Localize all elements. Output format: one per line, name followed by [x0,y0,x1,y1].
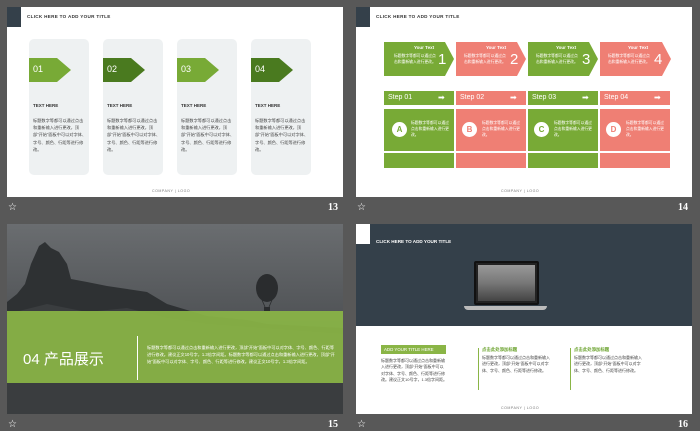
section-title: 04 产品展示 [23,351,104,368]
footer-company: COMPANY | LOGO [501,189,540,193]
slide-number: 13 [328,202,338,213]
slide-13[interactable]: CLICK HERE TO ADD YOUR TITLE 01 TEXT HER… [7,7,343,197]
title-tab [356,224,370,244]
left-body: 标题数字等都可以通过点击和重新输入进行更改，顶部“开始”面板中可以对字体、字号、… [381,358,448,383]
card-number: 03 [181,64,192,74]
step-circle: B [462,122,477,137]
arrow-right-icon: ➡ [438,93,445,102]
slide-title: CLICK HERE TO ADD YOUR TITLE [27,14,111,19]
slide-number: 15 [328,419,338,430]
laptop-photo [478,265,535,301]
card-heading: TEXT HERE [181,103,207,108]
ribbon-tip [662,42,671,76]
step-text: 标题数字等都可以通过点击和重新输入进行更改。 [554,121,592,137]
card-heading: TEXT HERE [33,103,59,108]
card-4: 04 TEXT HERE 标题数字等都可以通过点击和重新输入进行更改，顶部“开始… [251,39,311,175]
divider [570,348,571,390]
card-1: 01 TEXT HERE 标题数字等都可以通过点击和重新输入进行更改，顶部“开始… [29,39,89,175]
card-number: 01 [33,64,44,74]
ribbon-title: Your Text [414,45,435,50]
ribbon-text: 标题数字等都可以通过点击和重新输入进行更改。 [608,54,650,64]
footer-company: COMPANY | LOGO [152,189,191,193]
footer-company: COMPANY | LOGO [501,406,540,410]
column-body: 标题数字等都可以通过点击和重新输入进行更改，顶部“开始”面板中可以对字体、字号、… [482,355,550,373]
column-body: 标题数字等都可以通过点击和重新输入进行更改，顶部“开始”面板中可以对字体、字号、… [574,355,642,373]
step-bar [600,153,670,168]
ribbon-text: 标题数字等都可以通过点击和重新输入进行更改。 [394,54,436,64]
arrow-right-icon: ➡ [582,93,589,102]
step-circle: A [392,122,407,137]
arrow-right-icon: ➡ [510,93,517,102]
section-body: 标题数字等都可以通过点击和重新输入进行更改，顶部“开始”面板中可以对字体、字号、… [147,345,335,364]
star-icon[interactable]: ☆ [8,419,17,430]
star-icon[interactable]: ☆ [8,202,17,213]
card-heading: TEXT HERE [107,103,133,108]
ribbon-title: Your Text [628,45,649,50]
step-bar [456,153,526,168]
slide-16[interactable]: CLICK HERE TO ADD YOUR TITLE ADD YOUR TI… [356,224,692,414]
slide-15[interactable]: 04 产品展示 标题数字等都可以通过点击和重新输入进行更改，顶部“开始”面板中可… [7,224,343,414]
ribbon-tip [445,42,454,76]
ribbon-text: 标题数字等都可以通过点击和重新输入进行更改。 [464,54,506,64]
step-text: 标题数字等都可以通过点击和重新输入进行更改。 [626,121,664,137]
step-circle: D [606,122,621,137]
card-heading: TEXT HERE [255,103,281,108]
column-heading: 点击此处添加标题 [482,347,518,352]
step-label: Step 02 [460,94,485,101]
slide-number: 16 [678,419,688,430]
ribbon-number: 4 [654,51,663,68]
card-3: 03 TEXT HERE 标题数字等都可以通过点击和重新输入进行更改，顶部“开始… [177,39,237,175]
slide-title: CLICK HERE TO ADD YOUR TITLE [376,14,460,19]
star-icon[interactable]: ☆ [357,202,366,213]
ribbon-number: 2 [510,51,519,68]
card-body: 标题数字等都可以通过点击和重新输入进行更改，顶部“开始”面板中可以对字体、字号、… [33,118,87,152]
divider [137,336,138,380]
card-2: 02 TEXT HERE 标题数字等都可以通过点击和重新输入进行更改，顶部“开始… [103,39,163,175]
card-body: 标题数字等都可以通过点击和重新输入进行更改，顶部“开始”面板中可以对字体、字号、… [107,118,161,152]
step-label: Step 03 [532,94,557,101]
slide-title: CLICK HERE TO ADD YOUR TITLE [376,239,452,244]
step-text: 标题数字等都可以通过点击和重新输入进行更改。 [482,121,520,137]
card-arrow-icon [279,58,293,82]
step-bar [384,153,454,168]
ribbon-number: 3 [582,51,591,68]
card-arrow-icon [205,58,219,82]
step-label: Step 01 [388,94,413,101]
column-heading: 点击此处添加标题 [574,347,610,352]
step-label: Step 04 [604,94,629,101]
card-number: 02 [107,64,118,74]
ribbon-number: 1 [438,51,447,68]
card-number: 04 [255,64,266,74]
slide-14[interactable]: CLICK HERE TO ADD YOUR TITLE Your Text 标… [356,7,692,197]
ribbon-title: Your Text [486,45,507,50]
card-body: 标题数字等都可以通过点击和重新输入进行更改，顶部“开始”面板中可以对字体、字号、… [181,118,235,152]
card-arrow-icon [131,58,145,82]
card-arrow-icon [57,58,71,82]
title-tab [356,7,370,27]
divider [478,348,479,390]
arrow-right-icon: ➡ [654,93,661,102]
ribbon-tip [589,42,598,76]
ribbon-tip [517,42,526,76]
add-title-label: ADD YOUR TITLE HERE [384,347,434,352]
star-icon[interactable]: ☆ [357,419,366,430]
slide-number: 14 [678,202,688,213]
step-text: 标题数字等都可以通过点击和重新输入进行更改。 [411,121,449,137]
card-body: 标题数字等都可以通过点击和重新输入进行更改，顶部“开始”面板中可以对字体、字号、… [255,118,309,152]
step-bar [528,153,598,168]
laptop-base [464,306,547,310]
step-circle: C [534,122,549,137]
laptop-screen [474,261,539,305]
ribbon-title: Your Text [556,45,577,50]
title-tab [7,7,21,27]
ribbon-text: 标题数字等都可以通过点击和重新输入进行更改。 [536,54,578,64]
